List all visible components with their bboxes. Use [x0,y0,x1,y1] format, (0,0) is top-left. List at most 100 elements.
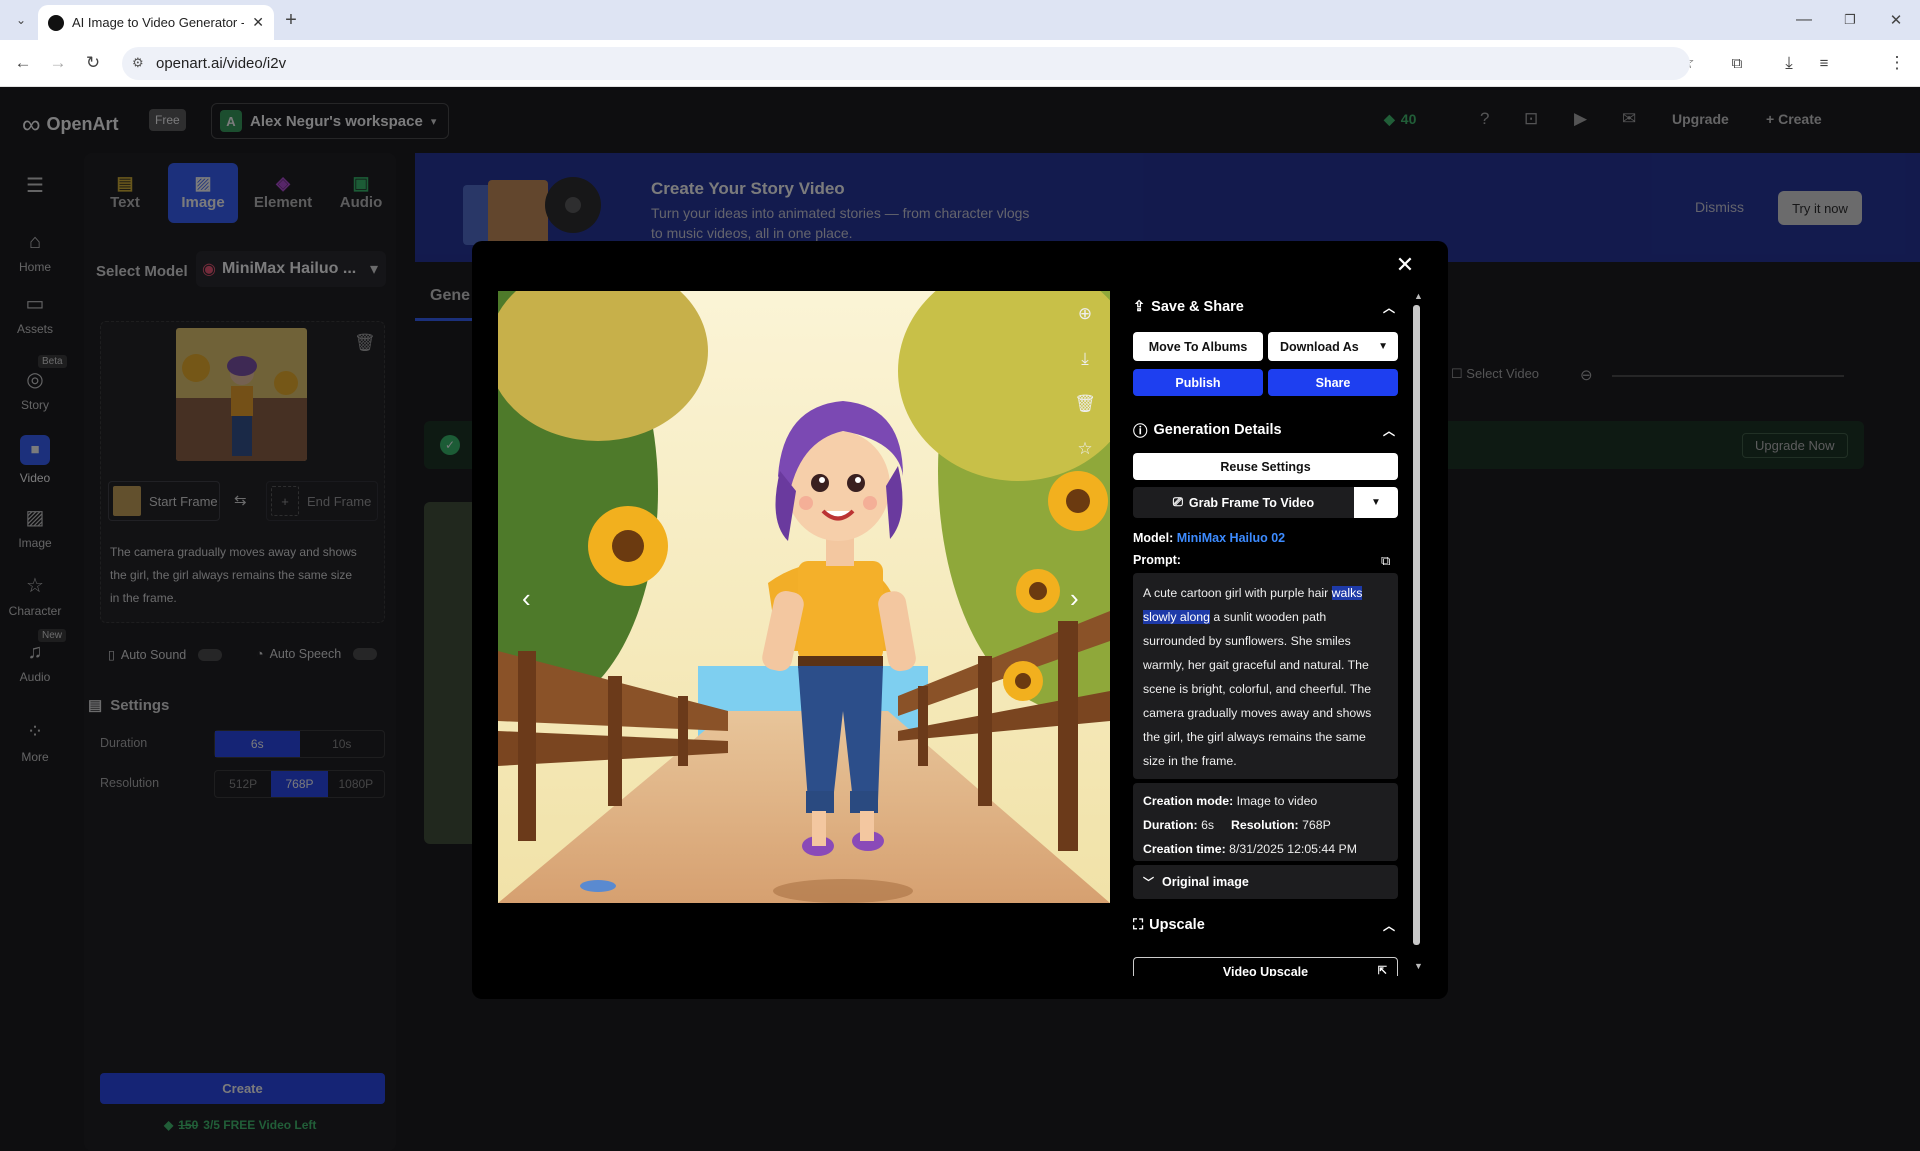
create-link[interactable]: + Create [1766,111,1822,127]
extensions-icon[interactable]: ⧉ [1722,48,1752,78]
grab-frame-button[interactable]: ⎚ Grab Frame To Video [1133,487,1354,518]
select-video-button[interactable]: ☐ Select Video [1451,366,1539,382]
auto-speech-toggle[interactable]: ◔ Auto Speech [256,647,378,661]
auto-sound-toggle[interactable]: ▯ Auto Sound [108,647,223,662]
video-upscale-label: Video Upscale [1222,965,1309,976]
prompt-textarea[interactable]: The camera gradually moves away and show… [100,541,370,625]
model-link[interactable]: MiniMax Hailuo 02 [1177,531,1285,545]
move-to-albums-button[interactable]: Move To Albums [1133,332,1263,361]
publish-button[interactable]: Publish [1133,369,1263,396]
download-as-button[interactable]: Download As ▼ [1268,332,1398,361]
model-selector[interactable]: ◉ MiniMax Hailuo ... ▾ [196,251,386,287]
generations-tab[interactable]: Gene [430,287,470,305]
start-frame-mini-icon [113,486,141,516]
upscale-header[interactable]: ⛶ Upscale ︿ [1133,914,1403,936]
restore-icon[interactable]: ❐ [1835,5,1865,35]
new-tab-icon[interactable]: + [276,5,306,35]
copy-icon[interactable]: ⧉ [1381,553,1390,569]
nav-item-home[interactable]: ⌂ Home [0,231,70,274]
next-arrow-icon[interactable]: › [1070,583,1079,614]
zoom-out-icon[interactable]: ⊖ [1580,366,1593,384]
resolution-selector[interactable]: 512P 768P 1080P [214,770,385,798]
upgrade-link[interactable]: Upgrade [1672,111,1729,127]
upgrade-now-button[interactable]: Upgrade Now [1742,433,1848,458]
gem-icon: ◆ [1384,111,1395,127]
tab-text[interactable]: ▤ Text [90,163,160,223]
minimize-icon[interactable]: — [1789,5,1819,35]
duration-option[interactable]: 6s [215,731,300,757]
tab-image[interactable]: ▨ Image [168,163,238,223]
video-upscale-button[interactable]: Video Upscale ⇱ [1133,957,1398,976]
frame-icon: ⎚ [1172,495,1183,509]
duration-selector[interactable]: 6s 10s [214,730,385,758]
resolution-option[interactable]: 768P [271,771,328,797]
duration-option[interactable]: 10s [300,731,385,757]
download-icon[interactable]: ⤓ [1069,343,1101,375]
dismiss-button[interactable]: Dismiss [1695,199,1744,215]
meta-value: 8/31/2025 12:05:44 PM [1229,842,1357,856]
nav-item-video[interactable]: ■ Video [0,435,70,485]
close-window-icon[interactable]: ✕ [1881,5,1911,35]
gift-icon[interactable]: ✉ [1622,109,1636,129]
scroll-up-icon[interactable]: ▲ [1414,291,1423,301]
add-frame-icon: + [271,486,299,516]
openart-logo[interactable]: ∞ OpenArt [22,109,119,140]
image-icon: ▨ [194,173,212,193]
nav-menu-toggle[interactable]: ☰ [0,173,70,204]
video-library-icon[interactable]: ▶ [1574,109,1587,129]
nav-item-audio[interactable]: ♫ Audio [0,641,70,684]
previous-arrow-icon[interactable]: ‹ [522,583,531,614]
create-button[interactable]: Create [100,1073,385,1104]
delete-icon[interactable]: 🗑 [1069,388,1101,420]
prompt-text-part: a sunlit wooden path surrounded by sunfl… [1143,610,1372,768]
workspace-selector[interactable]: A Alex Negur's workspace ▾ [211,103,449,139]
nav-item-character[interactable]: ☆ Character [0,573,70,618]
scroll-down-icon[interactable]: ▼ [1414,961,1423,971]
tab-search-icon[interactable]: ⌄ [6,5,36,35]
back-icon[interactable]: ← [8,48,38,78]
trash-icon[interactable]: 🗑 [354,333,376,353]
zoom-in-icon[interactable]: ⊕ [1069,298,1101,330]
tab-element[interactable]: ◈ Element [248,163,318,223]
nav-item-image[interactable]: ▨ Image [0,505,70,550]
start-frame-button[interactable]: Start Frame [108,481,220,521]
close-modal-icon[interactable]: ✕ [1394,252,1416,277]
gamepad-icon[interactable]: ⊡ [1524,109,1538,129]
close-tab-icon[interactable]: ✕ [252,14,264,31]
original-image-toggle[interactable]: ﹀ Original image [1133,865,1398,899]
tab-audio[interactable]: ▣ Audio [326,163,396,223]
reload-icon[interactable]: ↻ [78,48,108,78]
credits-counter[interactable]: ◆ 40 [1384,111,1416,128]
grab-frame-dropdown[interactable]: ▼ [1354,487,1398,518]
reuse-settings-button[interactable]: Reuse Settings [1133,453,1398,480]
url-field[interactable]: ⚙ openart.ai/video/i2v [122,47,1690,80]
image-icon: ▨ [25,507,45,529]
favorite-star-icon[interactable]: ☆ [1069,433,1101,465]
menu-collapse-icon: ☰ [26,175,44,197]
share-button[interactable]: Share [1268,369,1398,396]
zoom-slider[interactable] [1612,375,1844,377]
swap-frames-icon[interactable]: ⇆ [234,491,247,509]
nav-item-more[interactable]: ⁘ More [0,719,70,764]
try-it-button[interactable]: Try it now [1778,191,1862,225]
site-info-icon[interactable]: ⚙ [132,55,144,71]
nav-label: Assets [16,322,53,336]
resolution-option[interactable]: 1080P [328,771,384,797]
generation-details-header[interactable]: ⓘ Generation Details ︿ [1133,419,1403,441]
media-control-icon[interactable]: ≡ [1809,48,1839,78]
end-frame-button[interactable]: + End Frame [266,481,378,521]
auto-sound-label: Auto Sound [120,647,187,662]
downloads-icon[interactable]: ⤓ [1774,48,1804,78]
nav-item-assets[interactable]: ▭ Assets [0,291,70,336]
scrollbar-thumb[interactable] [1413,305,1420,945]
nav-item-story[interactable]: ◎ Story [0,367,70,412]
browser-menu-icon[interactable]: ⋮ [1882,48,1912,78]
details-scrollbar[interactable]: ▲ ▼ [1411,291,1423,976]
auto-speech-label: Auto Speech [269,647,342,661]
resolution-option[interactable]: 512P [215,771,271,797]
generated-video-preview[interactable] [498,291,1110,903]
browser-tab[interactable]: AI Image to Video Generator - ✕ [38,5,274,40]
forward-icon[interactable]: → [43,48,73,78]
help-icon[interactable]: ? [1480,109,1489,129]
save-share-header[interactable]: ⇪ Save & Share ︿ [1133,296,1403,318]
